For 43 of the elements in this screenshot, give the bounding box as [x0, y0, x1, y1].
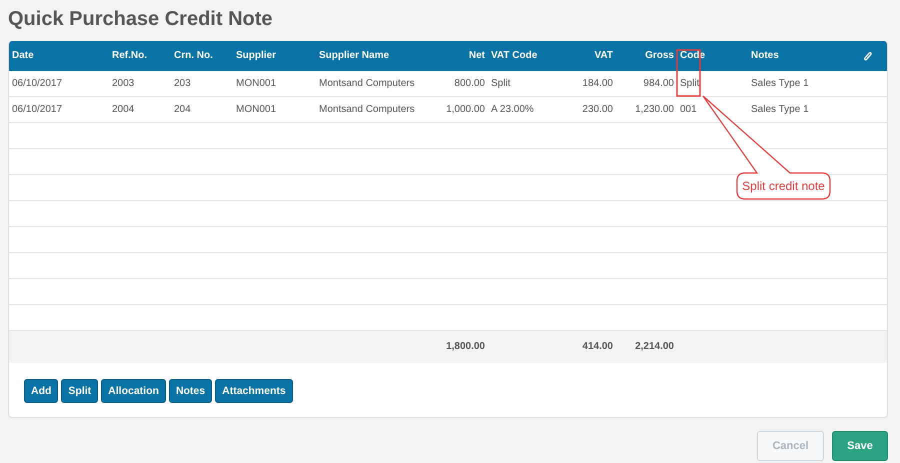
table-cell-text: 1,000.00 — [445, 103, 486, 117]
table-cell-text: Sales Type 1 — [750, 103, 810, 117]
action-button[interactable]: Add — [24, 379, 58, 403]
table-cell-text: MON001 — [235, 103, 278, 117]
column-header: Date — [11, 49, 35, 63]
table-cell-text: 230.00 — [581, 103, 614, 117]
column-header: Gross — [644, 49, 675, 63]
table-cell-text: 184.00 — [581, 77, 614, 91]
total-amount: 2,214.00 — [634, 340, 675, 354]
table-cell-text: A 23.00% — [490, 103, 535, 117]
total-amount: 1,800.00 — [445, 340, 486, 354]
table-cell-text: 001 — [679, 103, 698, 117]
action-button[interactable]: Allocation — [101, 379, 166, 403]
column-header: VAT Code — [490, 49, 538, 63]
page-title: Quick Purchase Credit Note — [7, 7, 274, 30]
table-cell-text: 1,230.00 — [634, 103, 675, 117]
paperclip-icon[interactable] — [864, 50, 872, 62]
table-cell-text: 06/10/2017 — [11, 77, 64, 91]
table-cell-text: 984.00 — [642, 77, 675, 91]
action-button[interactable]: Attachments — [215, 379, 293, 403]
table-cell-text: Montsand Computers — [318, 77, 416, 91]
table-cell-text: 2003 — [111, 77, 136, 91]
column-header: Crn. No. — [173, 49, 214, 63]
column-header: Supplier — [235, 49, 278, 63]
column-header: Ref.No. — [111, 49, 148, 63]
save-button[interactable]: Save — [832, 431, 888, 461]
column-header: Notes — [750, 49, 780, 63]
column-header: VAT — [593, 49, 614, 63]
action-button[interactable]: Notes — [168, 379, 212, 403]
table-cell-text: 204 — [173, 103, 192, 117]
table-cell-text: MON001 — [235, 77, 278, 91]
table-cell-text: 06/10/2017 — [11, 103, 64, 117]
table-cell-text: Split — [490, 77, 512, 91]
table-cell-text: Sales Type 1 — [750, 77, 810, 91]
table-cell-text: 203 — [173, 77, 192, 91]
total-amount: 414.00 — [581, 340, 614, 354]
column-header: Net — [468, 49, 486, 63]
action-button[interactable]: Split — [61, 379, 98, 403]
callout-text: Split credit note — [742, 179, 825, 193]
table-cell-text: 800.00 — [453, 77, 486, 91]
table-cell-text: Montsand Computers — [318, 103, 416, 117]
column-header: Supplier Name — [318, 49, 390, 63]
table-cell-text: 2004 — [111, 103, 136, 117]
